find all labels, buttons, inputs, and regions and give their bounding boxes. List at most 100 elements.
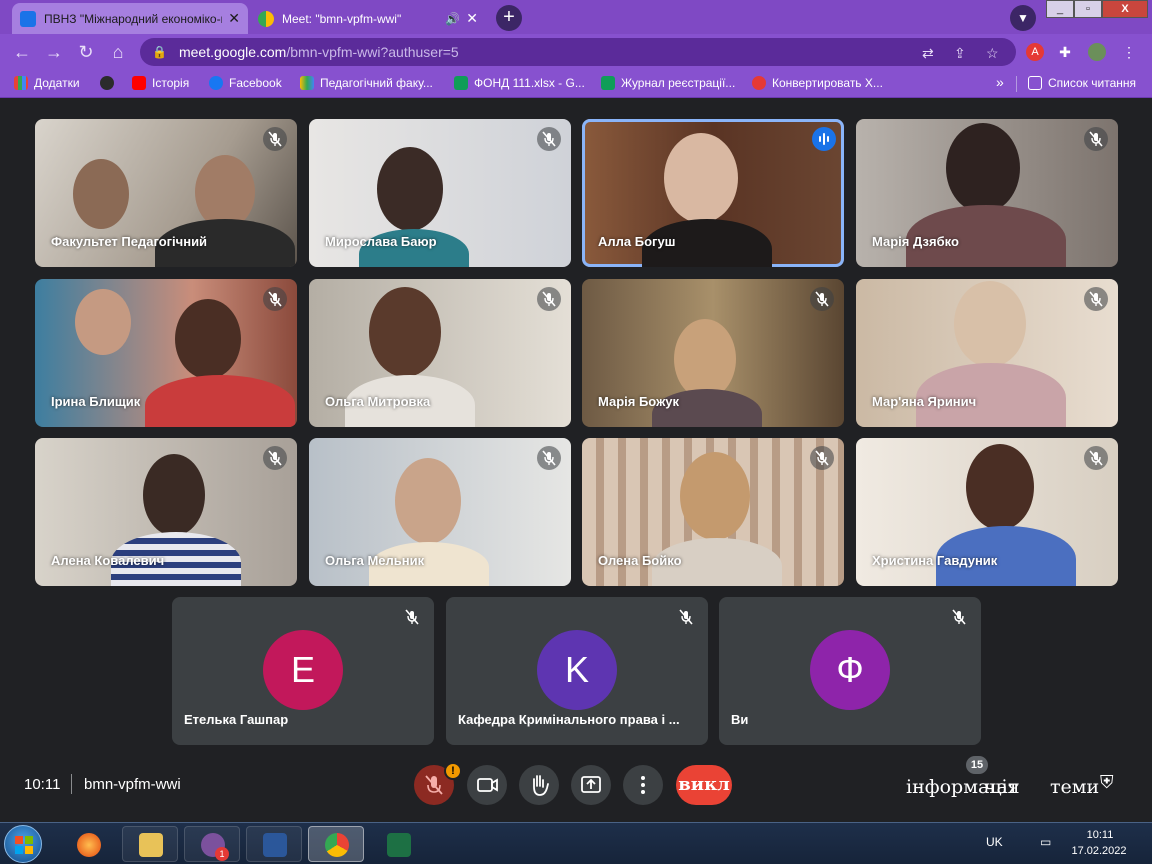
convert-icon [752,76,766,90]
bookmark-label: ФОНД 111.xlsx - G... [474,76,585,90]
window-close-button[interactable]: X [1102,0,1148,18]
participant-tile[interactable]: Факультет Педагогічний [35,119,297,267]
end-call-label: викл [678,774,730,795]
mic-off-icon [263,446,287,470]
video-person [195,155,255,229]
bookmark-convert[interactable]: Конвертировать Х... [752,76,883,90]
participant-tile[interactable]: Ірина Блищик [35,279,297,427]
bookmark-fond[interactable]: ФОНД 111.xlsx - G... [454,76,585,90]
participant-tile[interactable]: Марія Божук [582,279,844,427]
apps-grid-icon [14,76,28,90]
video-person [369,287,441,377]
more-options-button[interactable] [623,765,663,805]
youtube-icon [132,76,146,90]
acrobat-extension-icon[interactable]: A [1026,43,1044,61]
participant-name: Етелька Гашпар [184,712,289,727]
network-icon[interactable]: ▭ [1040,835,1051,849]
participant-tile-no-video[interactable]: E Етелька Гашпар [172,597,434,745]
forward-icon[interactable]: → [44,42,64,62]
video-person [966,444,1034,530]
more-bookmarks-button[interactable]: » [996,74,1004,90]
participant-name: Марія Божук [598,394,680,409]
present-icon [581,776,601,793]
participant-tile[interactable]: Олена Бойко [582,438,844,586]
video-person [377,147,443,231]
system-date[interactable]: 17.02.2022 [1064,845,1134,857]
bookmarks-bar: Додатки Історія Facebook Педагогічний фа… [0,70,1152,98]
participant-tile[interactable]: Ольга Мельник [309,438,571,586]
calendar-favicon-icon [20,10,36,27]
close-icon[interactable]: ✕ [466,10,478,27]
taskbar-word[interactable] [246,826,302,862]
language-indicator[interactable]: UK [986,835,1003,849]
bookmark-pedagogical[interactable]: Педагогічний факу... [300,76,433,90]
tab-university[interactable]: ПВНЗ "Міжнародний економіко-гуманітарний… [12,3,248,34]
tab-meet[interactable]: Meet: "bmn-vpfm-wwi" 🔊 ✕ [250,3,486,34]
activities-button[interactable]: теми [1050,776,1099,798]
participant-tile-self[interactable]: Ф Ви [719,597,981,745]
lock-icon[interactable]: 🔒 [152,45,167,59]
present-screen-button[interactable] [571,765,611,805]
excel-icon [387,833,411,857]
bookmark-history[interactable]: Історія [132,76,189,90]
participant-tile[interactable]: Мар'яна Яринич [856,279,1118,427]
url-host: meet.google.com [178,44,287,60]
hand-icon [533,775,549,796]
bookmark-globe[interactable] [100,76,120,90]
divider [71,774,72,794]
maximize-button[interactable]: ▫ [1074,0,1102,18]
start-button[interactable] [4,825,42,863]
firefox-icon [77,833,101,857]
sheets-icon [454,76,468,90]
share-icon[interactable]: ⇪ [954,45,966,62]
taskbar-viber[interactable]: 1 [184,826,240,862]
participant-name: Марія Дзябко [872,234,959,249]
home-icon[interactable]: ⌂ [108,42,128,62]
mic-off-icon [263,287,287,311]
participant-name: Олена Бойко [598,553,682,568]
reading-list-button[interactable]: Список читання [1028,76,1136,90]
bookmark-label: Педагогічний факу... [320,76,433,90]
translate-icon[interactable]: ⇄ [922,45,934,62]
camera-toggle-button[interactable] [467,765,507,805]
tab-title: ПВНЗ "Міжнародний економіко-гуманітарний… [44,11,223,26]
profile-avatar[interactable] [1088,43,1106,61]
raise-hand-button[interactable] [519,765,559,805]
participant-tile-speaking[interactable]: Алла Богуш [582,119,844,267]
video-person [73,159,129,229]
address-bar[interactable]: 🔒 meet.google.com/bmn-vpfm-wwi?authuser=… [140,38,1016,66]
host-controls-lock-icon[interactable]: ⛨ [1100,772,1114,793]
system-clock[interactable]: 10:11 [1070,829,1130,841]
chat-button[interactable]: чат [984,776,1018,798]
browser-menu-icon[interactable]: ⋮ [1120,43,1138,61]
participant-tile[interactable]: Ольга Митровка [309,279,571,427]
video-person [674,319,736,399]
participant-name: Алена Ковалевич [51,553,165,568]
participant-tile[interactable]: Марія Дзябко [856,119,1118,267]
bookmark-facebook[interactable]: Facebook [209,76,282,90]
end-call-button[interactable]: викл [676,765,732,805]
bookmark-star-icon[interactable]: ☆ [986,45,999,62]
mic-off-icon [674,605,698,629]
participant-tile-no-video[interactable]: K Кафедра Кримінального права і ... [446,597,708,745]
taskbar-chrome[interactable] [308,826,364,862]
tab-search-button[interactable]: ▼ [1010,5,1036,31]
bookmark-apps[interactable]: Додатки [14,76,80,90]
extensions-puzzle-icon[interactable]: ✚ [1056,43,1074,61]
globe-icon [100,76,114,90]
minimize-button[interactable]: _ [1046,0,1074,18]
participant-tile[interactable]: Мирослава Баюр [309,119,571,267]
reload-icon[interactable]: ↻ [76,42,96,62]
participant-tile[interactable]: Алена Ковалевич [35,438,297,586]
taskbar-explorer[interactable] [122,826,178,862]
taskbar-excel[interactable] [370,826,426,862]
back-icon[interactable]: ← [12,42,32,62]
close-icon[interactable]: ✕ [228,10,240,27]
participant-tile[interactable]: Христина Гавдуник [856,438,1118,586]
taskbar-firefox[interactable] [60,826,116,862]
speaker-icon[interactable]: 🔊 [445,12,460,26]
bookmark-journal[interactable]: Журнал реєстрації... [601,76,735,90]
participant-name: Ви [731,712,749,727]
new-tab-button[interactable]: + [496,5,522,31]
mic-off-icon [537,127,561,151]
